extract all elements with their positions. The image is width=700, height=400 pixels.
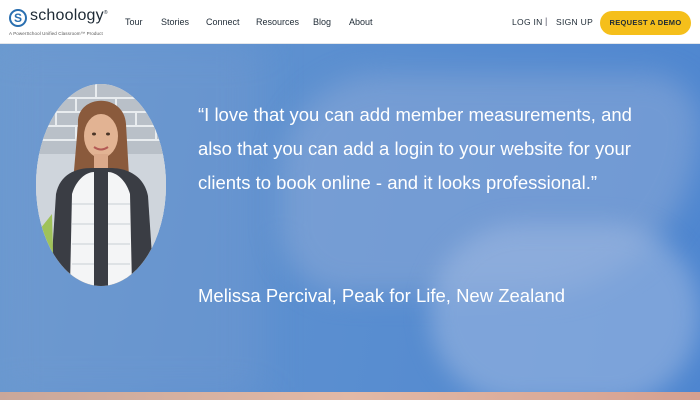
schoology-logo[interactable]: S schoology® A PowerSchool Unified Class…: [9, 7, 109, 40]
nav-item-about[interactable]: About: [349, 17, 373, 27]
nav-item-stories[interactable]: Stories: [161, 17, 189, 27]
testimonial-quote: “I love that you can add member measurem…: [198, 104, 632, 193]
next-section-edge: [0, 392, 700, 400]
hero-background-hand: [430, 224, 700, 400]
nav-item-connect[interactable]: Connect: [206, 17, 240, 27]
testimonial-hero: “I love that you can add member measurem…: [0, 44, 700, 400]
schoology-logo-icon: S: [9, 9, 27, 27]
nav-item-resources[interactable]: Resources: [256, 17, 299, 27]
signup-link[interactable]: SIGN UP: [556, 17, 593, 27]
logo-wordmark: schoology®: [30, 7, 108, 24]
testimonial-author: Melissa Percival, Peak for Life, New Zea…: [198, 285, 566, 306]
site-header: S schoology® A PowerSchool Unified Class…: [0, 0, 700, 44]
auth-separator: |: [545, 16, 548, 26]
customer-photo: [36, 84, 166, 286]
logo-name: schoology: [30, 7, 104, 24]
logo-tagline: A PowerSchool Unified Classroom™ Product: [9, 31, 103, 36]
login-link[interactable]: LOG IN: [512, 17, 543, 27]
nav-item-blog[interactable]: Blog: [313, 17, 331, 27]
request-demo-button[interactable]: REQUEST A DEMO: [600, 11, 691, 35]
nav-item-tour[interactable]: Tour: [125, 17, 143, 27]
customer-portrait-image: [36, 84, 166, 286]
